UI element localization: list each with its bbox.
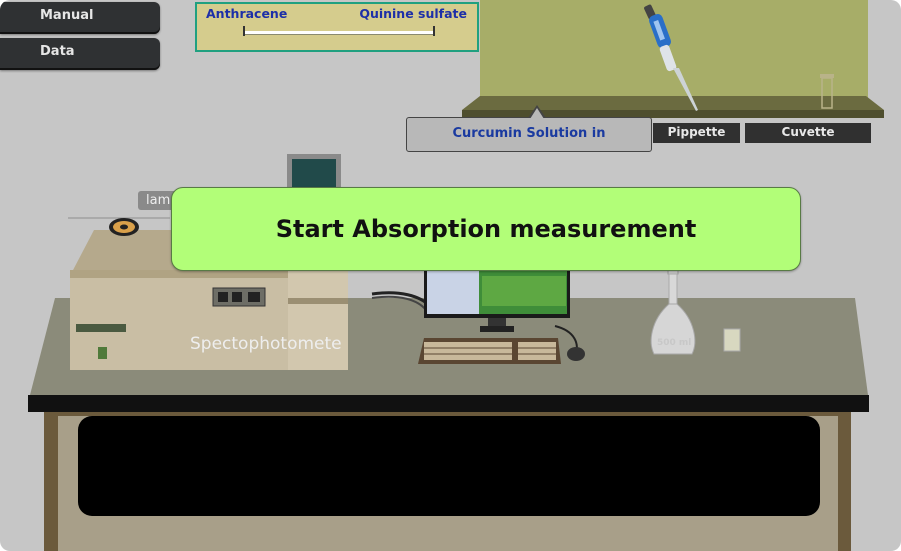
solution-selector-panel: Anthracene Quinine sulfate [195, 2, 479, 52]
anthracene-label[interactable]: Anthracene [206, 6, 287, 21]
keyboard-icon[interactable] [418, 338, 562, 366]
cuvette-icon[interactable] [818, 72, 836, 110]
computer-monitor[interactable] [424, 266, 570, 338]
data-button[interactable]: Data [0, 38, 160, 70]
pipette-button-label: Pippette [667, 125, 726, 139]
curcumin-solution-callout[interactable]: Curcumin Solution in [406, 117, 652, 152]
solution-slider-track[interactable] [243, 31, 433, 35]
callout-pointer-fill [530, 108, 544, 119]
slider-tick-right [433, 26, 435, 36]
manual-button-label: Manual [40, 8, 94, 23]
curcumin-solution-label: Curcumin Solution in [452, 126, 606, 141]
cuvette-button[interactable]: Cuvette [745, 123, 871, 143]
quinine-sulfate-label[interactable]: Quinine sulfate [359, 6, 467, 21]
small-monitor-icon [287, 154, 341, 190]
manual-button[interactable]: Manual [0, 2, 160, 34]
pipette-button[interactable]: Pippette [653, 123, 740, 143]
data-button-label: Data [40, 44, 75, 59]
pipette-icon[interactable] [640, 2, 710, 112]
spectrophotometer-label: Spectophotometer [190, 334, 342, 354]
lamp-sample-holder-icon[interactable] [108, 217, 140, 237]
flask-volume-label: 500 ml [657, 338, 692, 348]
volumetric-flask[interactable] [646, 270, 700, 362]
mouse-icon[interactable] [566, 346, 586, 362]
beaker-icon[interactable] [722, 327, 744, 353]
slider-tick-left [243, 26, 245, 36]
start-absorption-label: Start Absorption measurement [275, 215, 697, 243]
start-absorption-button[interactable]: Start Absorption measurement [171, 187, 801, 271]
cuvette-button-label: Cuvette [781, 125, 835, 139]
lab-stage: Manual Data Anthracene Quinine sulfate C… [0, 0, 901, 551]
